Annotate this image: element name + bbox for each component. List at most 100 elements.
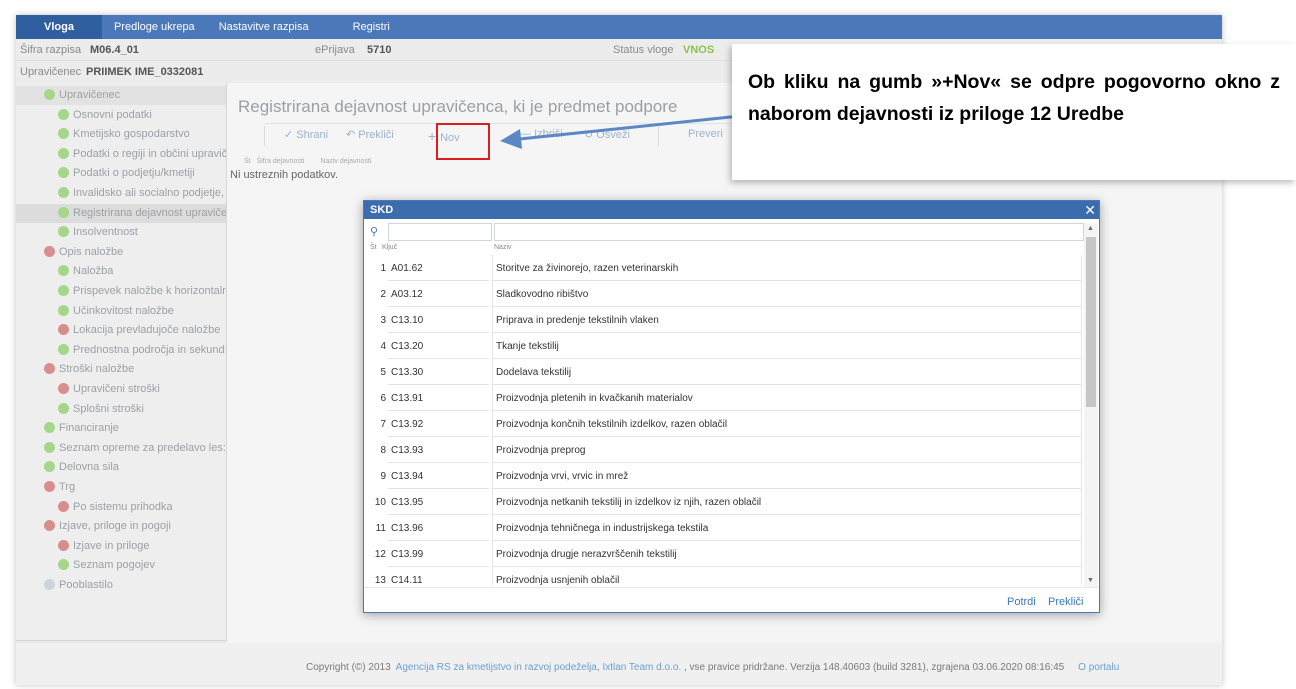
company-link[interactable]: Ixtlan Team d.o.o. bbox=[602, 662, 681, 673]
sidebar-item[interactable]: Trg bbox=[16, 478, 226, 497]
sidebar-item[interactable]: Izjave in priloge bbox=[16, 537, 226, 556]
sidebar-item[interactable]: Upravičenec bbox=[16, 86, 226, 105]
sidebar-item[interactable]: Seznam pogojev bbox=[16, 556, 226, 575]
check-label: Preveri bbox=[688, 128, 723, 140]
check-button[interactable]: Preveri bbox=[688, 128, 723, 140]
row-number: 7 bbox=[380, 419, 386, 430]
sidebar-item[interactable]: Financiranje bbox=[16, 419, 226, 438]
sidebar-item[interactable]: Prispevek naložbe k horizontaln bbox=[16, 282, 226, 301]
name-text: Proizvodnja drugje nerazvrščenih tekstil… bbox=[496, 549, 677, 560]
key-cell: C13.91 bbox=[388, 385, 489, 411]
scroll-up-icon[interactable]: ▲ bbox=[1087, 225, 1094, 232]
table-row[interactable]: 8 C13.93 Proizvodnja preprog bbox=[364, 437, 1084, 463]
key-text: C13.10 bbox=[391, 315, 424, 326]
sidebar-item[interactable]: Kmetijsko gospodarstvo bbox=[16, 125, 226, 144]
sidebar-item[interactable]: Po sistemu prihodka bbox=[16, 498, 226, 517]
dialog-cancel-button[interactable]: Prekliči bbox=[1048, 596, 1083, 608]
key-text: C13.91 bbox=[391, 393, 424, 404]
agency-link[interactable]: Agencija RS za kmetijstvo in razvoj pode… bbox=[396, 662, 597, 673]
new-button-highlight bbox=[436, 123, 490, 160]
sidebar-item[interactable]: Registrirana dejavnost upravičei bbox=[16, 203, 227, 223]
tab-vloga[interactable]: Vloga bbox=[16, 15, 102, 39]
sidebar-item[interactable]: Osnovni podatki bbox=[16, 106, 226, 125]
sidebar-item-label: Osnovni podatki bbox=[73, 108, 152, 121]
sidebar-item-label: Delovna sila bbox=[59, 461, 119, 474]
sidebar-item[interactable]: Delovna sila bbox=[16, 458, 226, 477]
sidebar-item[interactable]: Podatki o podjetju/kmetiji bbox=[16, 164, 226, 183]
table-row[interactable]: 6 C13.91 Proizvodnja pletenih in kvačkanih… bbox=[364, 385, 1084, 411]
close-icon[interactable]: ✕ bbox=[1084, 201, 1096, 219]
dialog-title: SKD bbox=[370, 204, 394, 216]
link-icon[interactable]: ⚲ bbox=[370, 225, 384, 239]
sidebar-item[interactable]: Lokacija prevladujoče naložbe bbox=[16, 321, 226, 340]
name-cell: Proizvodnja netkanih tekstilij in izdelk… bbox=[492, 489, 1082, 515]
name-text: Storitve za živinorejo, razen veterinars… bbox=[496, 263, 679, 274]
sidebar-item-label: Izjave, priloge in pogoji bbox=[59, 520, 171, 533]
sidebar-item[interactable]: Invalidsko ali socialno podjetje, bbox=[16, 184, 226, 203]
confirm-button[interactable]: Potrdi bbox=[1007, 596, 1036, 608]
top-navigation: Vloga Predloge ukrepa Nastavitve razpisa… bbox=[16, 15, 1222, 39]
sidebar-item-label: Učinkovitost naložbe bbox=[73, 304, 174, 317]
scroll-down-icon[interactable]: ▼ bbox=[1087, 577, 1094, 584]
sidebar-item-label: Invalidsko ali socialno podjetje, bbox=[73, 187, 225, 199]
tab-nastavitve-razpisa[interactable]: Nastavitve razpisa bbox=[207, 15, 321, 39]
tab-predloge-ukrepa[interactable]: Predloge ukrepa bbox=[102, 15, 207, 39]
sidebar-item[interactable]: Učinkovitost naložbe bbox=[16, 302, 226, 321]
table-row[interactable]: 9 C13.94 Proizvodnja vrvi, vrvic in mrež bbox=[364, 463, 1084, 489]
sidebar-item[interactable]: Pooblastilo bbox=[16, 576, 226, 595]
sidebar-item[interactable]: Naložba bbox=[16, 262, 226, 281]
upravicenec-label: Upravičenec bbox=[20, 66, 82, 78]
name-text: Proizvodnja preprog bbox=[496, 445, 586, 456]
skd-grid: 1 A01.62 Storitve za živinorejo, razen vet… bbox=[364, 255, 1084, 585]
sidebar-item[interactable]: Opis naložbe bbox=[16, 243, 226, 262]
refresh-button[interactable]: ↻ Osveži bbox=[584, 128, 630, 141]
tab-registri[interactable]: Registri bbox=[341, 15, 402, 39]
save-button[interactable]: ✓ Shrani bbox=[284, 128, 328, 141]
status-dot-icon bbox=[44, 579, 55, 590]
table-row[interactable]: 12 C13.99 Proizvodnja drugje nerazvrščenih… bbox=[364, 541, 1084, 567]
table-row[interactable]: 5 C13.30 Dodelava tekstilij bbox=[364, 359, 1084, 385]
sidebar-item-label: Registrirana dejavnost upravičei bbox=[73, 206, 227, 219]
sidebar-item[interactable]: Seznam opreme za predelavo les: bbox=[16, 439, 226, 458]
row-number: 8 bbox=[380, 445, 386, 456]
row-number: 1 bbox=[380, 263, 386, 274]
sidebar-item-label: Podatki o podjetju/kmetiji bbox=[73, 167, 195, 180]
name-text: Priprava in predenje tekstilnih vlaken bbox=[496, 315, 659, 326]
table-row[interactable]: 1 A01.62 Storitve za živinorejo, razen vet… bbox=[364, 255, 1084, 281]
key-cell: C13.10 bbox=[388, 307, 489, 333]
status-dot-icon bbox=[58, 265, 69, 277]
portal-link[interactable]: O portalu bbox=[1078, 662, 1119, 673]
sidebar-item[interactable]: Prednostna področja in sekund: bbox=[16, 341, 226, 360]
filter-row: ⚲ bbox=[368, 223, 1084, 241]
sidebar-item[interactable]: Izjave, priloge in pogoji bbox=[16, 517, 226, 536]
delete-button[interactable]: — Izbriši bbox=[520, 128, 563, 140]
toolbar: ✓ Shrani ↶ Prekliči + Nov — Izbriši ↻ Os… bbox=[264, 123, 754, 147]
table-row[interactable]: 4 C13.20 Tkanje tekstilij bbox=[364, 333, 1084, 359]
status-dot-icon bbox=[44, 481, 55, 492]
sidebar-item-label: Po sistemu prihodka bbox=[73, 500, 173, 513]
row-number: 4 bbox=[380, 341, 386, 352]
sidebar-item[interactable]: Podatki o regiji in občini upravič bbox=[16, 145, 226, 164]
table-row[interactable]: 7 C13.92 Proizvodnja končnih tekstilnih iz… bbox=[364, 411, 1084, 437]
name-filter-input[interactable] bbox=[494, 223, 1084, 241]
sidebar-item[interactable]: Upravičeni stroški bbox=[16, 380, 226, 399]
name-text: Tkanje tekstilij bbox=[496, 341, 559, 352]
name-text: Proizvodnja končnih tekstilnih izdelkov,… bbox=[496, 419, 728, 430]
check-icon: ✓ bbox=[284, 129, 297, 141]
status-dot-icon bbox=[58, 206, 69, 218]
key-filter-input[interactable] bbox=[388, 223, 492, 241]
sidebar-item[interactable]: Insolventnost bbox=[16, 223, 226, 242]
cancel-button[interactable]: ↶ Prekliči bbox=[346, 128, 394, 141]
table-row[interactable]: 13 C14.11 Proizvodnja usnjenih oblačil bbox=[364, 567, 1084, 585]
sidebar-item[interactable]: Stroški naložbe bbox=[16, 360, 226, 379]
table-row[interactable]: 11 C13.96 Proizvodnja tehničnega in indust… bbox=[364, 515, 1084, 541]
table-row[interactable]: 3 C13.10 Priprava in predenje tekstilnih v… bbox=[364, 307, 1084, 333]
status-dot-icon bbox=[58, 324, 69, 336]
dialog-scrollbar[interactable]: ▲ ▼ bbox=[1084, 223, 1098, 587]
sidebar-item[interactable]: Splošni stroški bbox=[16, 400, 226, 419]
table-row[interactable]: 2 A03.12 Sladkovodno ribištvo bbox=[364, 281, 1084, 307]
col-code: Šifra dejavnosti bbox=[256, 158, 305, 165]
table-row[interactable]: 10 C13.95 Proizvodnja netkanih tekstilij i… bbox=[364, 489, 1084, 515]
scrollbar-thumb[interactable] bbox=[1086, 237, 1096, 407]
sidebar-item-label: Opis naložbe bbox=[59, 245, 124, 258]
